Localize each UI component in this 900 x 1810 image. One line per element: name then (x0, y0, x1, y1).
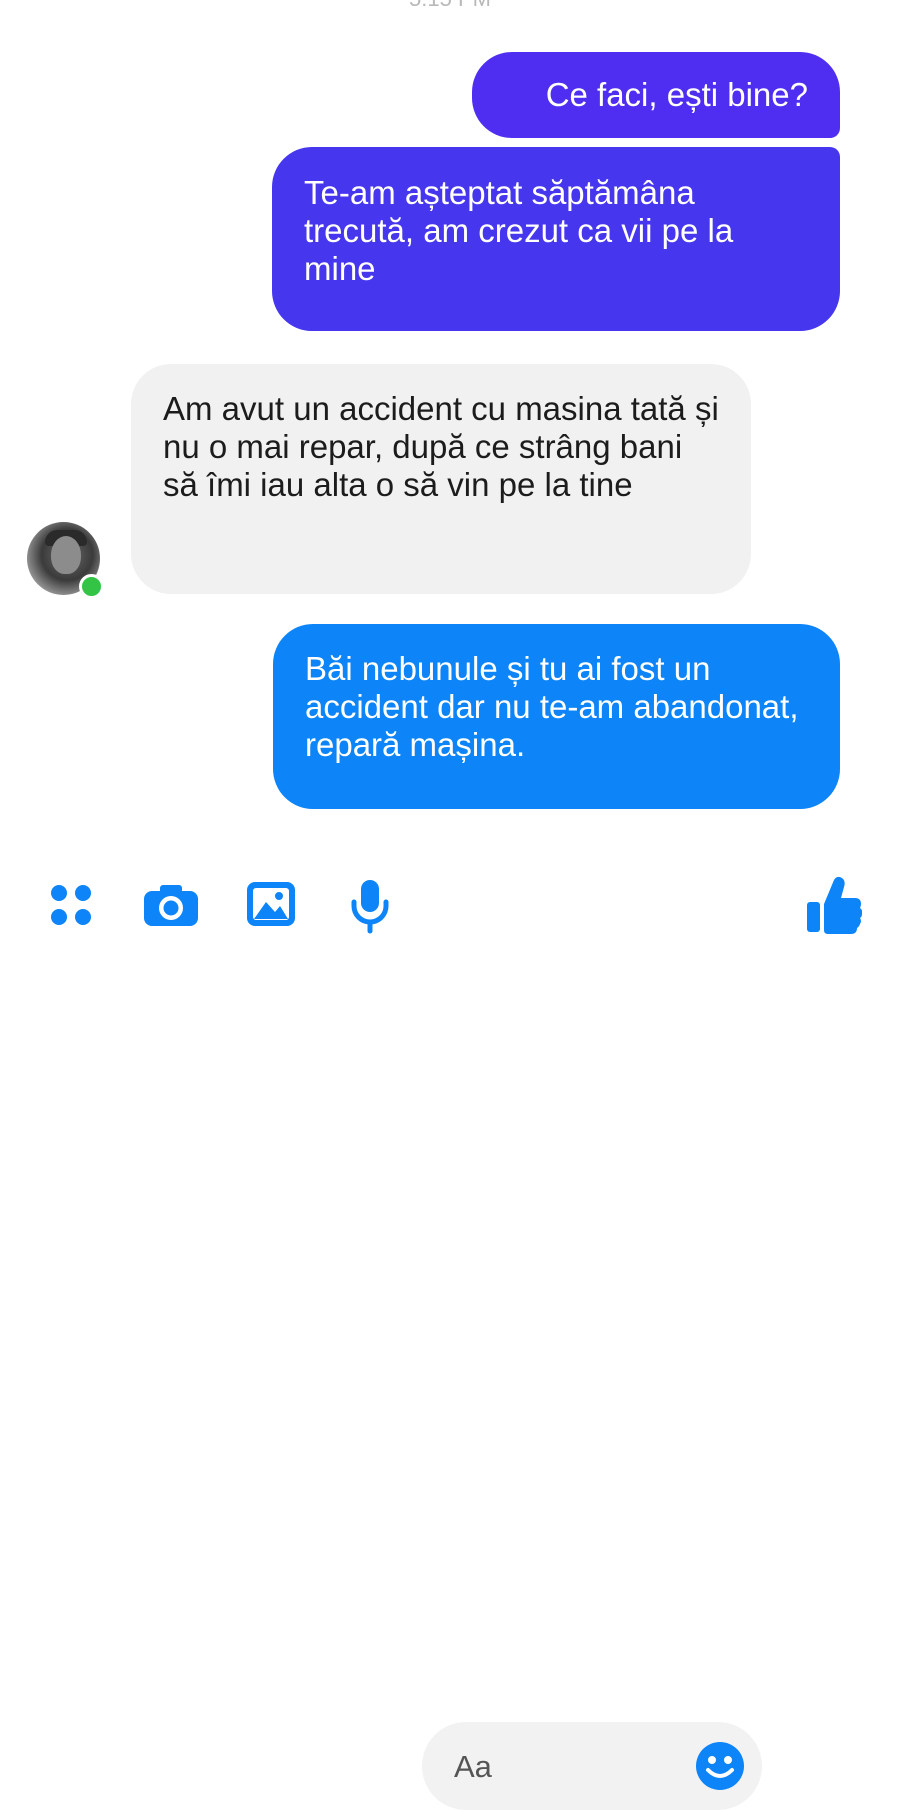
menu-dots-icon[interactable] (48, 882, 94, 928)
avatar-face (51, 536, 81, 574)
message-text: Am avut un accident cu masina tată și nu… (163, 390, 719, 503)
message-text: Băi nebunule și tu ai fost un accident d… (305, 650, 799, 763)
message-bubble-incoming[interactable]: Am avut un accident cu masina tată și nu… (131, 364, 751, 594)
message-text: Ce faci, ești bine? (545, 76, 808, 113)
microphone-icon[interactable] (350, 878, 390, 934)
thumbs-up-icon[interactable] (804, 874, 863, 934)
message-bubble-outgoing[interactable]: Ce faci, ești bine? (472, 52, 840, 138)
emoji-icon[interactable] (694, 1740, 746, 1792)
message-bubble-outgoing[interactable]: Băi nebunule și tu ai fost un accident d… (273, 624, 840, 809)
online-status-indicator (79, 574, 104, 599)
camera-icon[interactable] (142, 882, 200, 928)
message-text: Te-am așteptat săptămâna trecută, am cre… (304, 174, 734, 287)
message-input[interactable] (452, 1744, 686, 1790)
image-icon[interactable] (245, 880, 297, 930)
composer-toolbar (0, 860, 900, 1810)
message-input-container[interactable] (422, 1722, 762, 1810)
message-bubble-outgoing[interactable]: Te-am așteptat săptămâna trecută, am cre… (272, 147, 840, 331)
message-timestamp: 5:15 PM (0, 0, 900, 12)
